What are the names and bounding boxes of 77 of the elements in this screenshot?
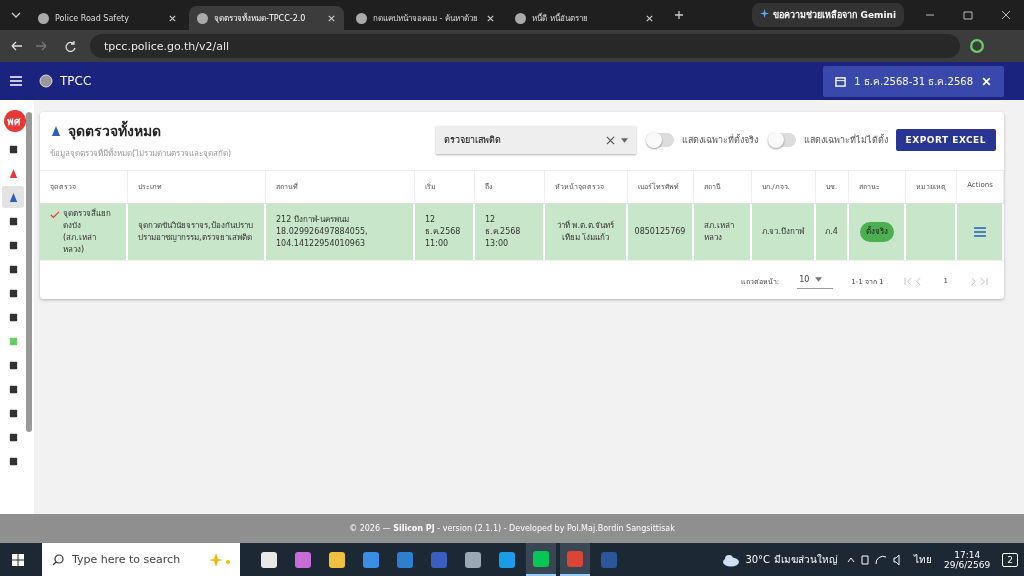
- close-icon[interactable]: [645, 13, 654, 23]
- notification-count[interactable]: 2: [1002, 552, 1018, 567]
- app-logo: TPCC: [60, 74, 92, 88]
- chevron-icon[interactable]: [11, 12, 21, 18]
- square-icon: [7, 263, 19, 275]
- square-icon: [7, 287, 19, 299]
- extension-icon[interactable]: [970, 39, 984, 53]
- square-icon: [7, 215, 19, 227]
- filter-select[interactable]: ตรวจยาเสพติด: [436, 126, 636, 154]
- toggle-switch[interactable]: [767, 133, 796, 147]
- square-icon: [7, 407, 19, 419]
- clock-time[interactable]: 17:14: [954, 549, 981, 560]
- square-icon: [7, 239, 19, 251]
- sparkle-icon: [760, 9, 770, 18]
- checkpoint-name: จุดตรวจสี่แยกดงบัง (สภ.เหล่าหลวง): [63, 208, 112, 256]
- status-chip: ตั้งจริง: [859, 222, 894, 242]
- gemini-button[interactable]: ขอความช่วยเหลือจาก Gemini: [752, 3, 904, 27]
- clear-icon[interactable]: [605, 135, 615, 145]
- badge-icon: [38, 73, 54, 89]
- date-range-chip[interactable]: 1 ธ.ค.2568-31 ธ.ค.2568: [823, 65, 1004, 97]
- cone-icon: [7, 191, 19, 203]
- table-cell: ว่าที่ พ.ต.ต.จันทร์เทียม โง่มแก้ว: [545, 204, 628, 260]
- toggle-label: แสดงเฉพาะที่ตั้งจริง: [681, 133, 758, 147]
- caret-icon: [815, 277, 823, 282]
- close-icon[interactable]: [486, 13, 495, 23]
- table-cell: 212 บึงกาฬ-นครพนม 18.029926497884055, 104.14122954010963: [266, 204, 415, 260]
- date-range: 1 ธ.ค.2568-31 ธ.ค.2568: [854, 74, 973, 89]
- browser-tab[interactable]: กดแคปหน้าจอคอม - ค้นหาด้วย: [348, 6, 503, 30]
- browser-tab[interactable]: จุดตรวจทั้งหมด-TPCC-2.0: [189, 6, 344, 30]
- temperature: 30°C: [745, 554, 771, 565]
- page-subtitle: ข้อมูลจุดตรวจที่มีทั้งหมด(ไม่รวมด่านตรวจและจุดสกัด): [50, 147, 233, 160]
- scrollbar[interactable]: [26, 112, 32, 432]
- cloud-icon: [721, 552, 742, 567]
- export-button[interactable]: EXPORT EXCEL: [895, 129, 996, 151]
- table-cell: สภ.เหล่าหลวง: [694, 204, 752, 260]
- search-field[interactable]: Type here to search: [42, 543, 240, 576]
- table-cell: 0850125769: [628, 204, 694, 260]
- close-icon[interactable]: [327, 13, 336, 23]
- weather-text: มีเมฆส่วนใหญ่: [774, 553, 839, 567]
- calendar-icon: [835, 75, 847, 87]
- rows-per-page-select[interactable]: 10: [797, 273, 834, 289]
- table-cell: 12 ธ.ค.2568 11:00: [415, 204, 475, 260]
- square-icon: [7, 359, 19, 371]
- avatar[interactable]: พศ: [4, 110, 26, 132]
- toggle-switch[interactable]: [645, 133, 674, 147]
- square-icon: [7, 455, 19, 467]
- taskbar-app[interactable]: [526, 543, 556, 576]
- footer-text: © 2026 — Silicon PJ - version (2.1.1) - Developed by Pol.Maj.Bordin Sangsittisak: [0, 514, 1024, 543]
- taskbar-app[interactable]: [560, 543, 590, 576]
- square-icon: [7, 311, 19, 323]
- language-indicator[interactable]: ไทย: [914, 552, 933, 567]
- browser-tab[interactable]: Police Road Safety: [30, 6, 185, 30]
- favicon-icon: [38, 12, 49, 24]
- cone-icon: [7, 167, 19, 179]
- browser-tab[interactable]: หนี้ดี หนี้อันตราย: [507, 6, 662, 30]
- table-cell: ภ.4: [816, 204, 849, 260]
- square-icon: [7, 143, 19, 155]
- search-icon: [52, 553, 64, 566]
- favicon-icon: [515, 12, 526, 24]
- address-field[interactable]: tpcc.police.go.th/v2/all: [90, 34, 960, 58]
- table-cell: ภ.จว.บึงกาฬ: [752, 204, 816, 260]
- toggle-label: แสดงเฉพาะที่ไม่ได้ตั้ง: [803, 133, 888, 147]
- favicon-icon: [197, 12, 208, 24]
- check-icon: [50, 211, 60, 219]
- table-cell: จุดกวดขันวินัยจราจร,ป้องกันปราบปรามอาชญากรรม,ตรวจยาเสพติด: [128, 204, 266, 260]
- cone-icon: [50, 125, 62, 137]
- square-icon: [7, 383, 19, 395]
- caret-icon[interactable]: [620, 137, 628, 143]
- page-title: จุดตรวจทั้งหมด: [68, 120, 161, 142]
- table-cell: 12 ธ.ค.2568 13:00: [475, 204, 545, 260]
- favicon-icon: [356, 12, 367, 24]
- square-icon: [7, 335, 19, 347]
- clock-date[interactable]: 29/6/2569: [944, 559, 991, 570]
- close-icon[interactable]: [168, 13, 177, 23]
- windows-icon[interactable]: [12, 553, 24, 566]
- new-tab-icon[interactable]: [674, 10, 684, 20]
- square-icon: [7, 431, 19, 443]
